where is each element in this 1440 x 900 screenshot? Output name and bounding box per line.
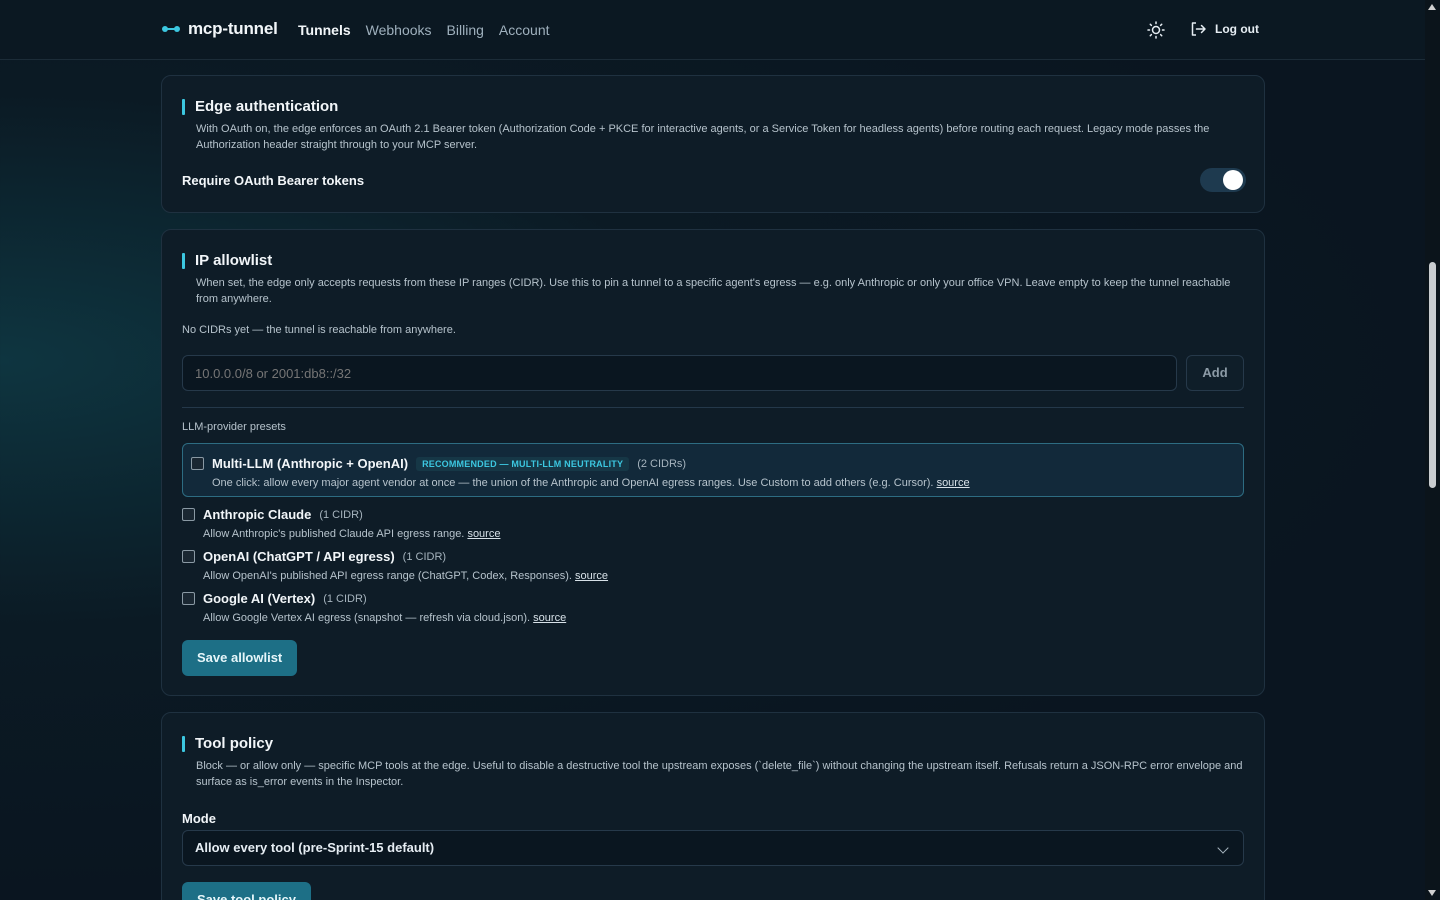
nav-tunnels[interactable]: Tunnels — [298, 22, 351, 38]
preset-openai[interactable]: OpenAI (ChatGPT / API egress) (1 CIDR) A… — [182, 549, 608, 582]
preset-count: (2 CIDRs) — [637, 457, 687, 470]
preset-name: Google AI (Vertex) — [203, 591, 316, 606]
preset-description: Allow OpenAI's published API egress rang… — [203, 570, 572, 582]
logout-button[interactable]: Log out — [1189, 20, 1259, 38]
preset-checkbox-anthropic[interactable] — [182, 508, 195, 521]
tool-policy-description: Block — or allow only — specific MCP too… — [196, 760, 1243, 788]
chevron-down-icon — [1217, 842, 1229, 854]
save-tool-policy-button[interactable]: Save tool policy — [182, 882, 311, 900]
cidr-input[interactable] — [182, 355, 1177, 391]
section-accent-bar — [182, 98, 185, 115]
mode-select[interactable]: Allow every tool (pre-Sprint-15 default) — [182, 830, 1244, 866]
preset-count: (1 CIDR) — [323, 592, 367, 605]
scroll-down-arrow-icon[interactable] — [1428, 890, 1436, 896]
sun-icon — [1147, 21, 1165, 39]
main-nav: Tunnels Webhooks Billing Account — [298, 22, 550, 38]
brand[interactable]: mcp-tunnel — [162, 19, 278, 39]
preset-checkbox-google[interactable] — [182, 592, 195, 605]
top-nav-bar: mcp-tunnel Tunnels Webhooks Billing Acco… — [0, 0, 1425, 60]
add-cidr-button[interactable]: Add — [1186, 355, 1244, 391]
mode-label: Mode — [182, 811, 216, 826]
ip-allowlist-description: When set, the edge only accepts requests… — [196, 277, 1231, 305]
logout-icon — [1191, 22, 1206, 36]
preset-source-link[interactable]: source — [575, 570, 608, 582]
tool-policy-heading: Tool policy — [195, 735, 274, 752]
preset-checkbox-multi-llm[interactable] — [191, 457, 204, 470]
tool-policy-card: Tool policy Block — or allow only — spec… — [161, 712, 1265, 900]
ip-allowlist-card: IP allowlist When set, the edge only acc… — [161, 229, 1265, 696]
divider — [182, 407, 1244, 408]
nav-billing[interactable]: Billing — [447, 22, 484, 38]
edge-auth-title: Edge authentication — [182, 98, 338, 115]
tool-policy-title: Tool policy — [182, 735, 273, 752]
preset-name: OpenAI (ChatGPT / API egress) — [203, 549, 395, 564]
save-allowlist-button[interactable]: Save allowlist — [182, 640, 298, 676]
section-accent-bar — [182, 252, 185, 269]
edge-auth-description: With OAuth on, the edge enforces an OAut… — [196, 123, 1210, 151]
presets-heading: LLM-provider presets — [182, 421, 286, 433]
oauth-toggle-label: Require OAuth Bearer tokens — [182, 173, 365, 188]
preset-google[interactable]: Google AI (Vertex) (1 CIDR) Allow Google… — [182, 591, 566, 624]
preset-multi-llm[interactable]: Multi-LLM (Anthropic + OpenAI) RECOMMEND… — [191, 456, 970, 489]
preset-anthropic[interactable]: Anthropic Claude (1 CIDR) Allow Anthropi… — [182, 507, 500, 540]
ip-allowlist-title: IP allowlist — [182, 252, 272, 269]
edge-auth-card: Edge authentication With OAuth on, the e… — [161, 75, 1265, 213]
preset-name: Anthropic Claude — [203, 507, 312, 522]
preset-description: Allow Anthropic's published Claude API e… — [203, 528, 465, 540]
scroll-up-arrow-icon[interactable] — [1428, 4, 1436, 10]
toggle-knob — [1223, 170, 1243, 190]
scrollbar-thumb[interactable] — [1429, 262, 1436, 488]
nav-account[interactable]: Account — [499, 22, 550, 38]
oauth-toggle[interactable] — [1200, 168, 1246, 192]
preset-name: Multi-LLM (Anthropic + OpenAI) — [212, 456, 409, 471]
nav-webhooks[interactable]: Webhooks — [366, 22, 432, 38]
preset-description: Allow Google Vertex AI egress (snapshot … — [203, 612, 531, 624]
preset-count: (1 CIDR) — [402, 550, 447, 563]
logout-label: Log out — [1215, 22, 1259, 36]
brand-name: mcp-tunnel — [188, 19, 278, 38]
section-accent-bar — [182, 735, 185, 752]
theme-toggle-button[interactable] — [1146, 20, 1166, 40]
brand-logo-icon — [162, 25, 180, 33]
preset-source-link[interactable]: source — [533, 612, 566, 624]
recommended-badge: RECOMMENDED — MULTI-LLM NEUTRALITY — [416, 456, 630, 471]
preset-source-link[interactable]: source — [467, 528, 500, 540]
preset-checkbox-openai[interactable] — [182, 550, 195, 563]
ip-allowlist-heading: IP allowlist — [195, 252, 273, 269]
page-scrollbar[interactable] — [1425, 0, 1440, 900]
preset-count: (1 CIDR) — [319, 508, 363, 521]
edge-auth-heading: Edge authentication — [195, 98, 339, 115]
preset-description: One click: allow every major agent vendo… — [212, 477, 934, 489]
cidr-empty-state: No CIDRs yet — the tunnel is reachable f… — [182, 324, 456, 336]
preset-source-link[interactable]: source — [937, 477, 970, 489]
mode-select-value: Allow every tool (pre-Sprint-15 default) — [195, 840, 435, 855]
